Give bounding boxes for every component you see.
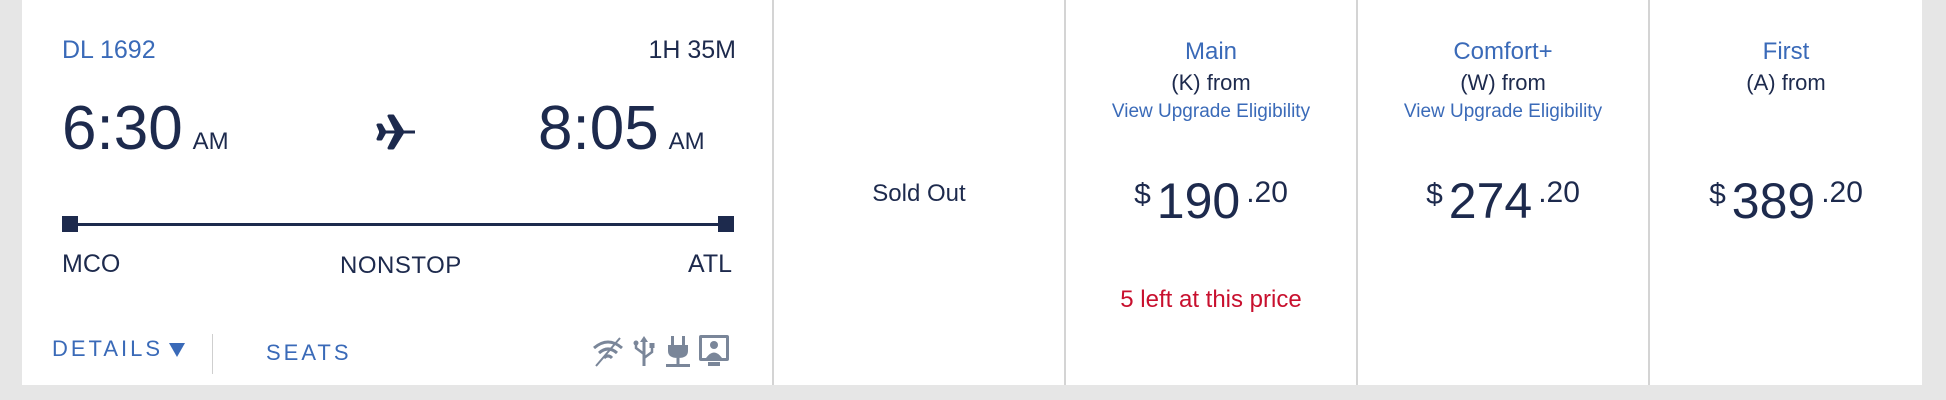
entertainment-screen-icon xyxy=(699,335,729,366)
seats-button[interactable]: SEATS xyxy=(266,340,352,366)
flight-number-link[interactable]: DL 1692 xyxy=(62,36,156,65)
fare-class-main: (K) from xyxy=(1171,70,1251,95)
action-divider xyxy=(212,334,213,374)
cabin-name-comfort: Comfort+ xyxy=(1453,38,1553,65)
route-end-marker xyxy=(718,216,734,232)
upgrade-eligibility-link[interactable]: View Upgrade Eligibility xyxy=(1358,101,1648,123)
price-comfort[interactable]: $274.20 xyxy=(1358,172,1648,230)
destination-airport: ATL xyxy=(688,250,732,278)
fare-comfort-column[interactable]: Comfort+ (W) from View Upgrade Eligibili… xyxy=(1358,0,1648,385)
seats-left-alert: 5 left at this price xyxy=(1120,286,1302,313)
flight-result-card: DL 1692 1H 35M 6:30 AM 8:05 AM MCO NONSTOP… xyxy=(22,0,1922,385)
price-cents: .20 xyxy=(1538,176,1580,209)
price-whole: 389 xyxy=(1731,173,1816,229)
fare-class-comfort: (W) from xyxy=(1460,70,1546,95)
route-line xyxy=(70,223,726,226)
fare-first-column[interactable]: First (A) from $389.20 xyxy=(1650,0,1922,385)
currency-symbol: $ xyxy=(1709,178,1726,211)
usb-icon xyxy=(633,336,655,366)
fare-class-first: (A) from xyxy=(1746,70,1826,95)
price-cents: .20 xyxy=(1246,176,1288,209)
price-main[interactable]: $190.20 xyxy=(1066,172,1356,230)
arrival-time-value: 8:05 xyxy=(538,94,659,163)
stops-label: NONSTOP xyxy=(340,252,462,279)
flight-info-panel: DL 1692 1H 35M 6:30 AM 8:05 AM MCO NONSTOP… xyxy=(22,0,772,385)
currency-symbol: $ xyxy=(1134,178,1151,211)
origin-airport: MCO xyxy=(62,250,121,278)
fare-main-column[interactable]: Main (K) from View Upgrade Eligibility $… xyxy=(1066,0,1356,385)
price-whole: 274 xyxy=(1448,173,1533,229)
fare-basic-column: Sold Out xyxy=(774,0,1064,385)
arrival-time: 8:05 AM xyxy=(538,98,705,160)
power-outlet-icon xyxy=(666,336,690,367)
arrival-ampm: AM xyxy=(668,128,705,155)
departure-ampm: AM xyxy=(192,128,229,155)
route-start-marker xyxy=(62,216,78,232)
details-label: DETAILS xyxy=(52,336,164,361)
upgrade-eligibility-link[interactable]: View Upgrade Eligibility xyxy=(1066,101,1356,123)
flight-duration: 1H 35M xyxy=(648,36,736,64)
wifi-icon xyxy=(593,337,623,367)
currency-symbol: $ xyxy=(1426,178,1443,211)
price-whole: 190 xyxy=(1156,173,1241,229)
departure-time: 6:30 AM xyxy=(62,98,229,160)
caret-down-icon xyxy=(169,343,186,358)
price-cents: .20 xyxy=(1821,176,1863,209)
departure-time-value: 6:30 xyxy=(62,94,183,163)
price-first[interactable]: $389.20 xyxy=(1650,172,1922,230)
cabin-name-main: Main xyxy=(1184,38,1238,65)
cabin-name-first: First xyxy=(1762,38,1810,65)
sold-out-label: Sold Out xyxy=(872,180,966,207)
details-button[interactable]: DETAILS xyxy=(52,336,186,362)
airplane-icon xyxy=(376,114,415,150)
